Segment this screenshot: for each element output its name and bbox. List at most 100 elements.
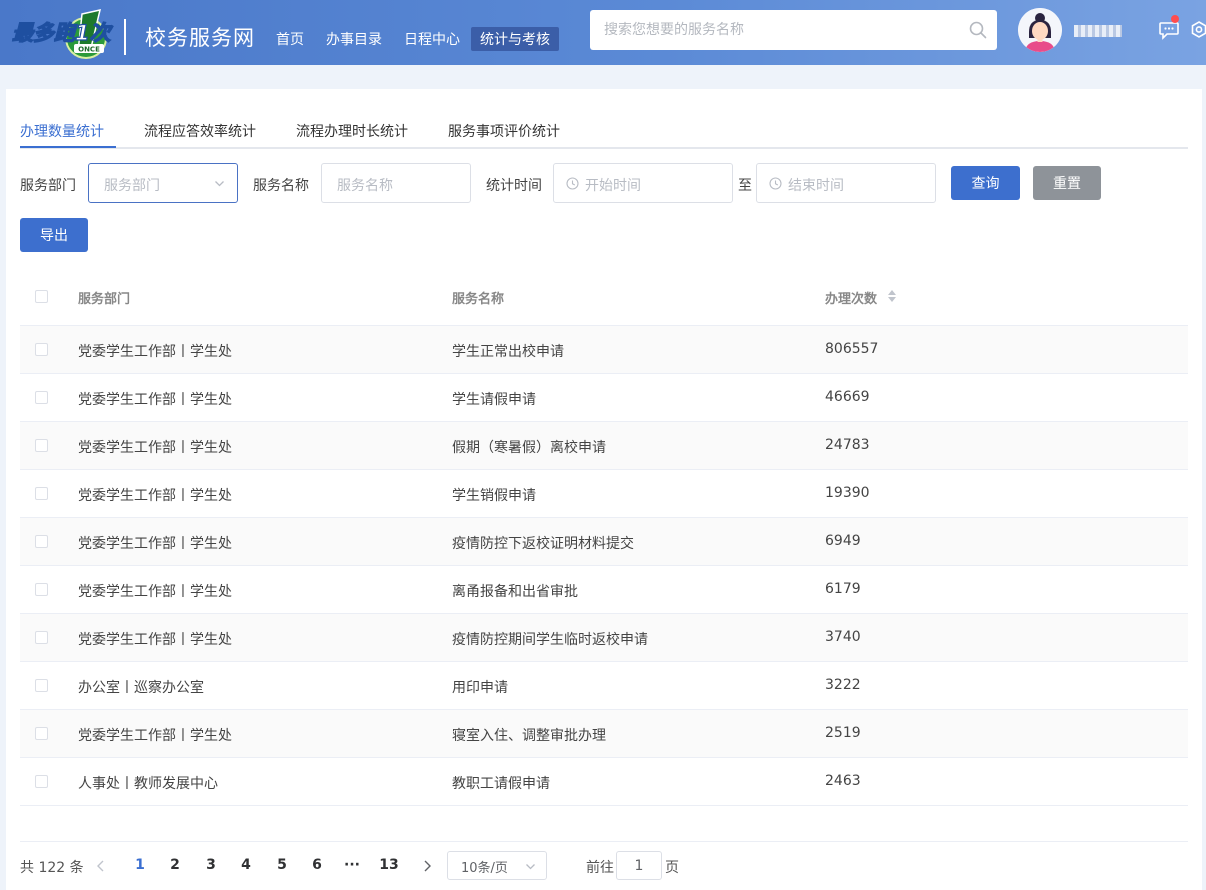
logo-divider [124, 19, 126, 55]
row-checkbox[interactable] [35, 487, 48, 500]
pagination-total: 共 122 条 [20, 860, 84, 876]
cell-dept: 办公室丨巡察办公室 [78, 680, 204, 696]
cell-count: 2519 [825, 725, 861, 741]
row-checkbox[interactable] [35, 439, 48, 452]
row-checkbox[interactable] [35, 727, 48, 740]
cell-service-name: 假期（寒暑假）离校申请 [452, 440, 606, 456]
nav-statistics[interactable]: 统计与考核 [471, 27, 559, 51]
tab-handle-count[interactable]: 办理数量统计 [20, 121, 104, 141]
page-5[interactable]: 5 [270, 857, 294, 873]
cell-dept: 人事处丨教师发展中心 [78, 776, 218, 792]
site-logo[interactable]: 最多跑1次 ONCE [10, 6, 118, 62]
export-button[interactable]: 导出 [20, 218, 88, 252]
cell-service-name: 寝室入住、调整审批办理 [452, 728, 606, 744]
next-page-icon[interactable] [422, 860, 432, 872]
cell-count: 3222 [825, 677, 861, 693]
page-2[interactable]: 2 [163, 857, 187, 873]
time-filter-label: 统计时间 [486, 178, 542, 194]
page-ellipsis[interactable]: ··· [340, 857, 364, 873]
cell-dept: 党委学生工作部丨学生处 [78, 344, 232, 360]
tab-handle-duration[interactable]: 流程办理时长统计 [296, 121, 408, 141]
top-header: 最多跑1次 ONCE 校务服务网 首页 办事目录 日程中心 统计与考核 [0, 0, 1206, 65]
gear-icon[interactable] [1190, 20, 1206, 40]
pagination-divider [20, 841, 1188, 842]
dept-select-placeholder: 服务部门 [104, 178, 160, 194]
nav-home[interactable]: 首页 [276, 27, 304, 51]
cell-service-name: 用印申请 [452, 680, 508, 696]
table-row: 党委学生工作部丨学生处 离甬报备和出省审批 6179 [20, 566, 1188, 614]
cell-dept: 党委学生工作部丨学生处 [78, 632, 232, 648]
table-header: 服务部门 服务名称 办理次数 [20, 267, 1188, 326]
cell-dept: 党委学生工作部丨学生处 [78, 440, 232, 456]
search-input[interactable] [604, 10, 954, 50]
col-header-count[interactable]: 办理次数 [825, 288, 877, 307]
tab-response-efficiency[interactable]: 流程应答效率统计 [144, 121, 256, 141]
cell-dept: 党委学生工作部丨学生处 [78, 536, 232, 552]
reset-button[interactable]: 重置 [1033, 166, 1101, 200]
table-row: 人事处丨教师发展中心 教职工请假申请 2463 [20, 758, 1188, 806]
stats-table: 服务部门 服务名称 办理次数 党委学生工作部丨学生处 学生正常出校申请 806557… [20, 267, 1188, 806]
end-time-placeholder: 结束时间 [788, 178, 844, 194]
page-3[interactable]: 3 [199, 857, 223, 873]
cell-count: 3740 [825, 629, 861, 645]
page-size-select[interactable]: 10条/页 [447, 851, 547, 880]
row-checkbox[interactable] [35, 391, 48, 404]
nav-service-catalog[interactable]: 办事目录 [326, 27, 382, 51]
svg-text:最多跑1次: 最多跑1次 [12, 21, 114, 45]
col-header-service: 服务名称 [452, 292, 505, 307]
table-row: 党委学生工作部丨学生处 学生销假申请 19390 [20, 470, 1188, 518]
row-checkbox[interactable] [35, 631, 48, 644]
cell-service-name: 学生正常出校申请 [452, 344, 564, 360]
date-range-separator: 至 [738, 178, 752, 194]
query-button[interactable]: 查询 [951, 166, 1020, 200]
page-13[interactable]: 13 [377, 857, 401, 873]
cell-count: 2463 [825, 773, 861, 789]
cell-service-name: 离甬报备和出省审批 [452, 584, 578, 600]
sort-icon[interactable] [887, 289, 897, 303]
cell-count: 46669 [825, 389, 870, 405]
message-icon[interactable] [1158, 20, 1180, 40]
goto-page-input[interactable] [616, 851, 662, 880]
select-all-checkbox[interactable] [35, 290, 48, 303]
nav-schedule-center[interactable]: 日程中心 [404, 27, 460, 51]
cell-service-name: 教职工请假申请 [452, 776, 550, 792]
active-tab-indicator [20, 146, 116, 148]
clock-icon [769, 177, 782, 190]
page-1[interactable]: 1 [128, 857, 152, 873]
clock-icon [566, 177, 579, 190]
dept-select[interactable]: 服务部门 [88, 163, 238, 203]
cell-service-name: 学生请假申请 [452, 392, 536, 408]
username-masked[interactable] [1074, 25, 1124, 39]
user-avatar[interactable] [1018, 8, 1062, 52]
chevron-down-icon [526, 864, 535, 870]
main-nav: 首页 办事目录 日程中心 统计与考核 [276, 27, 581, 51]
page-4[interactable]: 4 [234, 857, 258, 873]
table-row: 党委学生工作部丨学生处 假期（寒暑假）离校申请 24783 [20, 422, 1188, 470]
col-header-dept: 服务部门 [78, 292, 131, 307]
table-row: 党委学生工作部丨学生处 疫情防控下返校证明材料提交 6949 [20, 518, 1188, 566]
cell-service-name: 疫情防控期间学生临时返校申请 [452, 632, 648, 648]
row-checkbox[interactable] [35, 679, 48, 692]
search-icon[interactable] [969, 21, 987, 39]
cell-dept: 党委学生工作部丨学生处 [78, 728, 232, 744]
cell-dept: 党委学生工作部丨学生处 [78, 488, 232, 504]
page-suffix: 页 [665, 860, 679, 876]
service-name-input[interactable]: 服务名称 [321, 163, 471, 203]
prev-page-icon[interactable] [96, 860, 106, 872]
cell-service-name: 学生销假申请 [452, 488, 536, 504]
start-time-picker[interactable]: 开始时间 [553, 163, 733, 203]
name-filter-label: 服务名称 [253, 178, 309, 194]
stats-tabs: 办理数量统计 流程应答效率统计 流程办理时长统计 服务事项评价统计 [20, 117, 1188, 149]
cell-count: 6949 [825, 533, 861, 549]
service-name-placeholder: 服务名称 [337, 178, 393, 194]
page-6[interactable]: 6 [305, 857, 329, 873]
tab-service-evaluation[interactable]: 服务事项评价统计 [448, 121, 560, 141]
cell-count: 19390 [825, 485, 870, 501]
row-checkbox[interactable] [35, 535, 48, 548]
table-row: 党委学生工作部丨学生处 疫情防控期间学生临时返校申请 3740 [20, 614, 1188, 662]
row-checkbox[interactable] [35, 583, 48, 596]
row-checkbox[interactable] [35, 775, 48, 788]
row-checkbox[interactable] [35, 343, 48, 356]
end-time-picker[interactable]: 结束时间 [756, 163, 936, 203]
cell-count: 24783 [825, 437, 870, 453]
